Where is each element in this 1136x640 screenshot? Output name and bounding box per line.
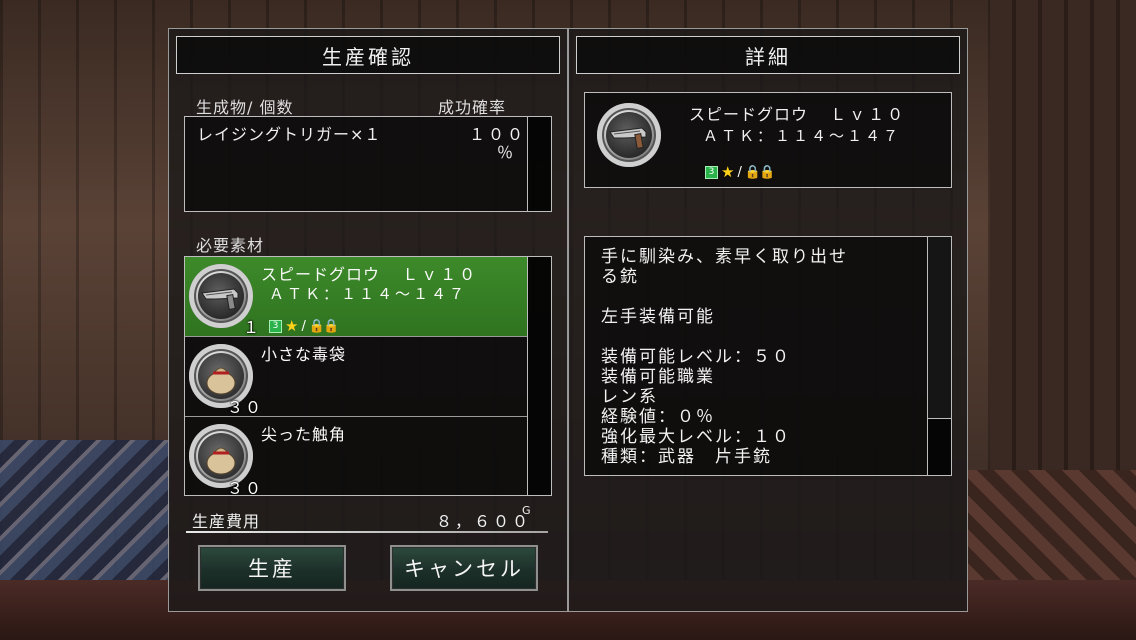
material-atk: ＡＴＫ：１１４～１４７ <box>269 285 468 303</box>
item-badges: 3 ★ / 🔒🔒 <box>705 163 775 181</box>
item-description[interactable]: 手に馴染み、素早く取り出せ る銃 左手装備可能 装備可能レベル：５０ 装備可能職… <box>584 236 952 476</box>
bag-icon <box>198 353 244 399</box>
production-confirm-title: 生産確認 <box>176 36 560 74</box>
material-name-text: スピードグロウ <box>261 265 381 284</box>
description-line: 経験値：０％ <box>601 407 715 427</box>
slash-separator: / <box>737 164 742 180</box>
product-count-header: 生成物/ 個数 <box>196 98 294 117</box>
material-row-small-poison-bag[interactable]: ３０ 小さな毒袋 <box>185 337 527 417</box>
item-atk: ＡＴＫ：１１４～１４７ <box>703 127 902 145</box>
description-line: 種類：武器 片手銃 <box>601 447 772 467</box>
material-name: 小さな毒袋 <box>261 345 347 364</box>
background-rug-right <box>968 470 1136 580</box>
description-scrollbar[interactable] <box>927 237 951 475</box>
background-rug-left <box>0 440 170 580</box>
star-icon: ★ <box>721 163 735 181</box>
grade-badge: 3 <box>269 319 282 333</box>
star-icon: ★ <box>285 317 299 335</box>
produce-button[interactable]: 生産 <box>198 545 346 591</box>
background-pillar <box>990 0 1136 470</box>
currency-unit: G <box>522 504 531 517</box>
description-line: る銃 <box>601 267 639 287</box>
description-text: 手に馴染み、素早く取り出せ る銃 左手装備可能 装備可能レベル：５０ 装備可能職… <box>601 247 911 467</box>
materials-list[interactable]: １ スピードグロウ Ｌｖ１０ ＡＴＫ：１１４～１４７ 3 ★ / 🔒🔒 ３０ 小… <box>184 256 552 496</box>
slash-separator: / <box>301 318 306 334</box>
grade-badge: 3 <box>705 165 718 179</box>
description-scroll-thumb[interactable] <box>928 237 951 419</box>
description-line: レン系 <box>601 387 658 407</box>
cost-divider <box>186 531 548 533</box>
materials-scrollbar[interactable] <box>527 257 551 495</box>
description-line: 左手装備可能 <box>601 307 715 327</box>
lock-icon: 🔒🔒 <box>308 318 339 334</box>
material-row-speed-grow[interactable]: １ スピードグロウ Ｌｖ１０ ＡＴＫ：１１４～１４７ 3 ★ / 🔒🔒 <box>185 257 527 337</box>
gun-icon <box>606 112 652 158</box>
bag-icon <box>198 433 244 479</box>
lock-icon: 🔒🔒 <box>744 164 775 180</box>
material-count: ３０ <box>227 398 264 417</box>
cost-value: ８，６００ <box>436 512 532 531</box>
product-rate-unit: ％ <box>497 143 515 162</box>
material-name: 尖った触角 <box>261 425 347 444</box>
cost-label: 生産費用 <box>192 512 261 531</box>
item-summary: スピードグロウ Ｌｖ１０ ＡＴＫ：１１４～１４７ 3 ★ / 🔒🔒 <box>584 92 952 188</box>
description-line: 装備可能職業 <box>601 367 715 387</box>
success-rate-header: 成功確率 <box>438 98 507 117</box>
details-title: 詳細 <box>576 36 960 74</box>
product-name: レイジングトリガー×１ <box>197 125 382 144</box>
product-list[interactable]: レイジングトリガー×１ １００ ％ <box>184 116 552 212</box>
material-count: １ <box>243 318 262 337</box>
material-name: スピードグロウ Ｌｖ１０ <box>261 261 478 285</box>
description-line: 強化最大レベル：１０ <box>601 427 791 447</box>
product-scrollbar[interactable] <box>527 117 551 211</box>
item-name: スピードグロウ Ｌｖ１０ <box>689 101 906 125</box>
gun-icon <box>198 273 244 319</box>
item-name-text: スピードグロウ <box>689 105 809 124</box>
description-line: 装備可能レベル：５０ <box>601 347 791 367</box>
material-level: Ｌｖ１０ <box>402 265 479 284</box>
cancel-button[interactable]: キャンセル <box>390 545 538 591</box>
item-level: Ｌｖ１０ <box>830 105 907 124</box>
materials-header: 必要素材 <box>196 236 265 255</box>
material-count: ３０ <box>227 479 264 496</box>
item-icon-frame <box>597 103 661 167</box>
description-line <box>601 327 911 347</box>
description-line: 手に馴染み、素早く取り出せ <box>601 247 848 267</box>
material-row-sharp-antenna[interactable]: ３０ 尖った触角 <box>185 417 527 496</box>
material-badges: 3 ★ / 🔒🔒 <box>269 317 339 335</box>
description-line <box>601 287 911 307</box>
